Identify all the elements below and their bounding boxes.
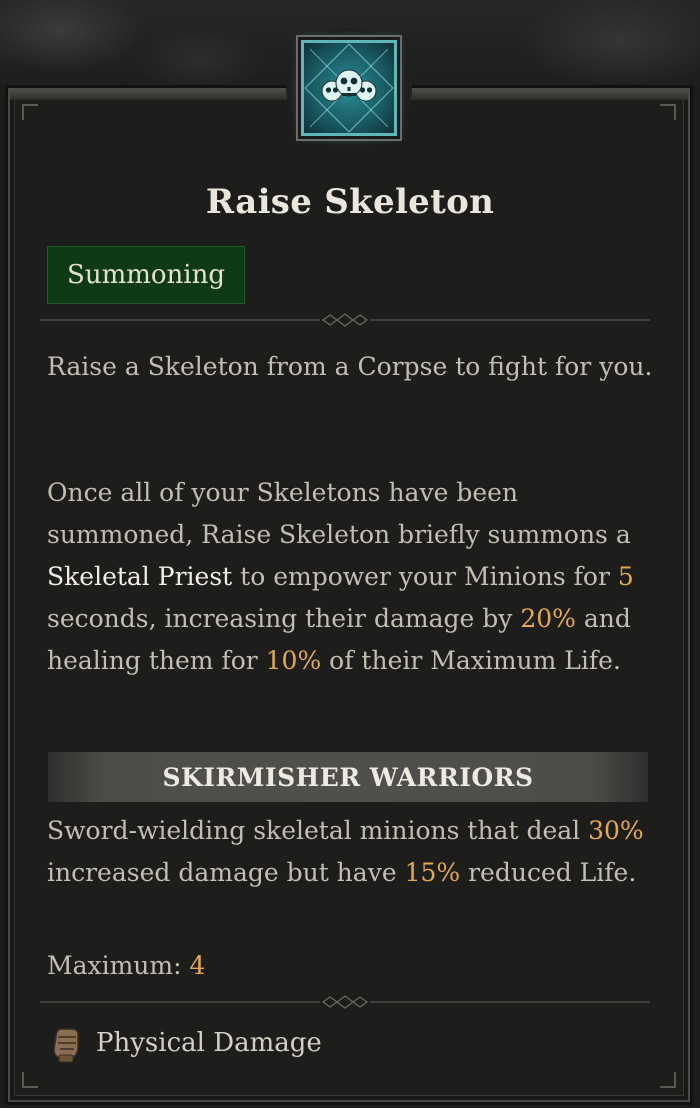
desc-text: seconds, increasing their damage by [47, 604, 521, 633]
skull-icon [301, 40, 397, 136]
damage-bonus-value: 20% [520, 604, 576, 633]
skill-description: Raise a Skeleton from a Corpse to fight … [47, 352, 653, 381]
desc-text: Once all of your Skeletons have been sum… [47, 478, 631, 549]
skill-icon-frame [286, 28, 412, 148]
damage-type-label: Physical Damage [96, 1028, 322, 1058]
variant-text: reduced Life. [460, 858, 637, 887]
variant-header: SKIRMISHER WARRIORS [48, 752, 648, 802]
corner-ornament [660, 1072, 676, 1088]
variant-text: increased damage but have [47, 858, 405, 887]
corner-ornament [22, 104, 38, 120]
damage-type-row: Physical Damage [48, 1020, 322, 1066]
ornate-divider [40, 313, 650, 327]
variant-damage-value: 30% [588, 816, 644, 845]
variant-life-value: 15% [404, 858, 461, 887]
maximum-count: Maximum: 4 [47, 945, 657, 987]
variant-description: Sword-wielding skeletal minions that dea… [47, 810, 657, 894]
maximum-label: Maximum: [47, 951, 190, 980]
desc-text: to empower your Minions for [232, 562, 618, 591]
skeletal-priest-keyword: Skeletal Priest [47, 562, 233, 591]
skill-passive-description: Once all of your Skeletons have been sum… [47, 472, 657, 682]
skill-tag-badge: Summoning [47, 246, 245, 304]
corner-ornament [22, 1072, 38, 1088]
heal-value: 10% [265, 646, 322, 675]
desc-text: of their Maximum Life. [321, 646, 621, 675]
corner-ornament [660, 104, 676, 120]
maximum-value: 4 [189, 951, 206, 980]
skill-title: Raise Skeleton [205, 182, 495, 222]
fist-icon [53, 1028, 79, 1063]
duration-value: 5 [617, 562, 634, 591]
ornate-divider [40, 995, 650, 1009]
variant-text: Sword-wielding skeletal minions that dea… [47, 816, 589, 845]
